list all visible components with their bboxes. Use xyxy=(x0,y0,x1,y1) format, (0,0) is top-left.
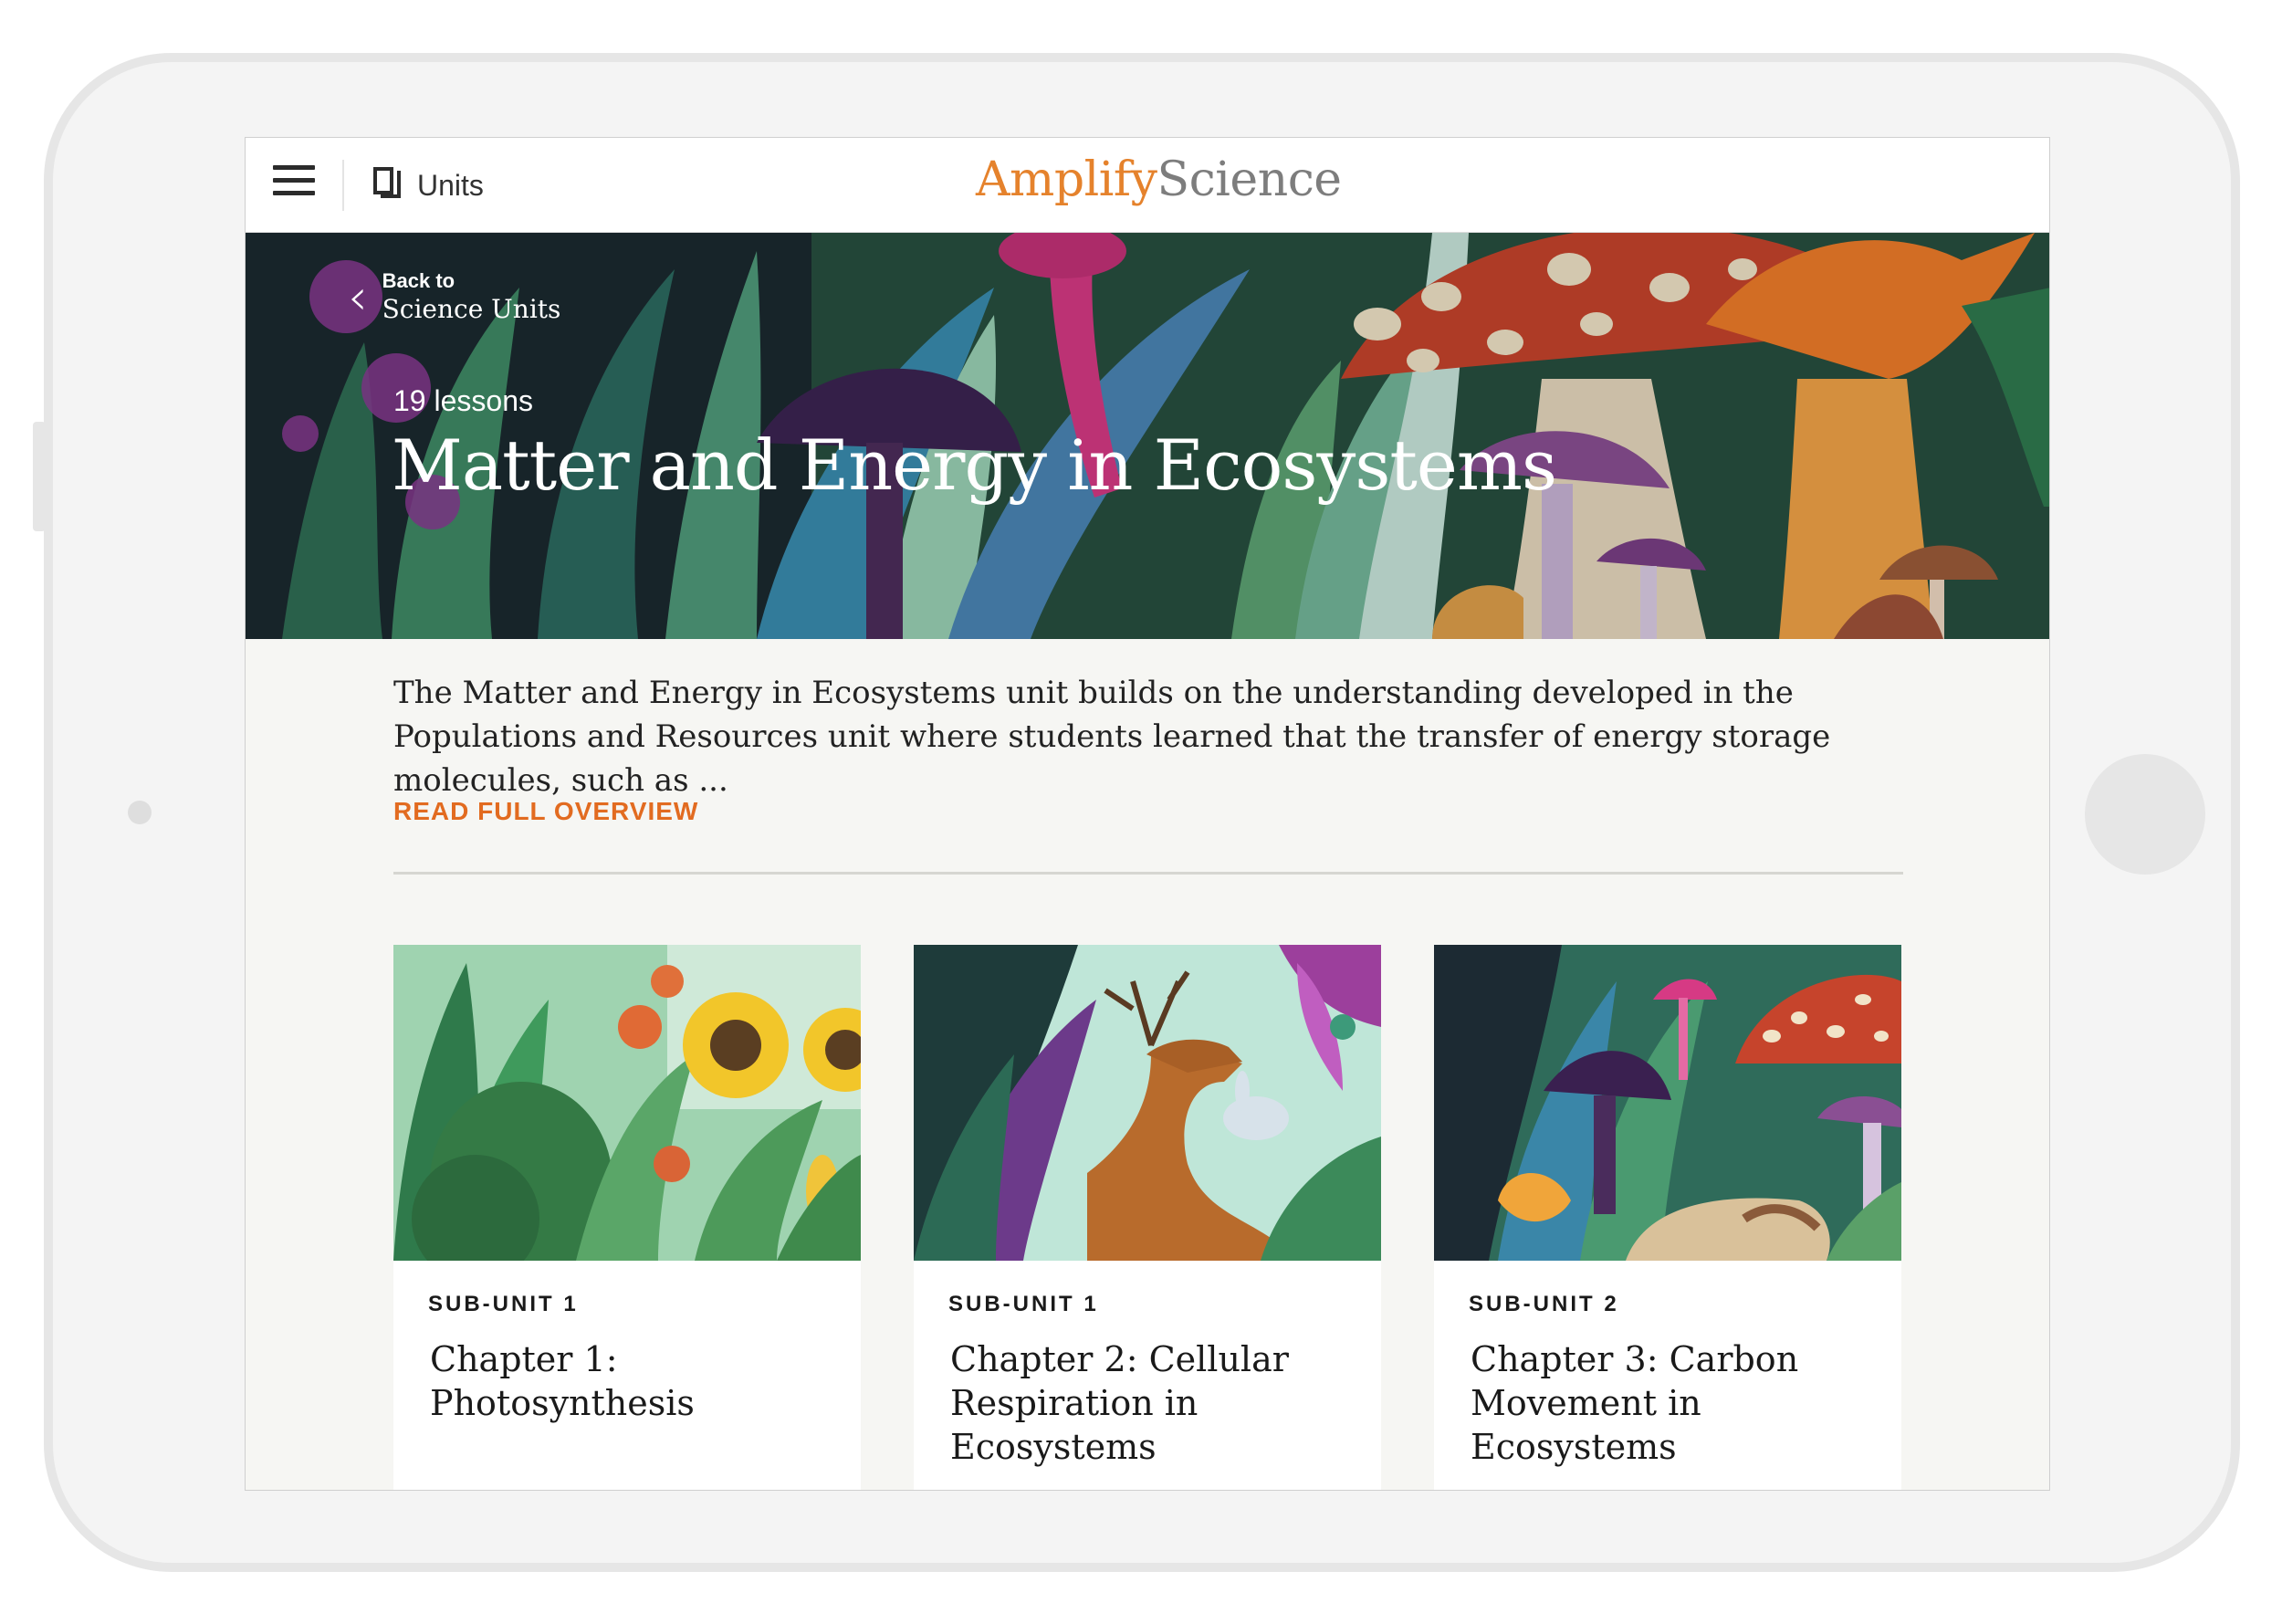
chapter-card-3[interactable]: SUB-UNIT 2 Chapter 3: Carbon Movement in… xyxy=(1434,945,1901,1490)
read-full-overview-link[interactable]: READ FULL OVERVIEW xyxy=(393,797,698,826)
back-to-science-units-link[interactable]: ‹ Back to Science Units xyxy=(348,269,560,326)
units-button[interactable]: Units xyxy=(372,165,484,205)
units-label: Units xyxy=(417,168,484,202)
photosynthesis-illustration xyxy=(393,945,861,1261)
divider xyxy=(342,160,344,211)
app-screen: Units AmplifyScience ‹ Back to Science U… xyxy=(245,137,2050,1491)
subunit-label: SUB-UNIT 1 xyxy=(428,1292,579,1316)
section-divider xyxy=(393,872,1903,875)
hamburger-menu-icon[interactable] xyxy=(273,165,315,202)
top-bar: Units AmplifyScience xyxy=(246,138,2049,233)
amplify-science-logo: AmplifyScience xyxy=(976,152,1342,207)
chevron-left-icon: ‹ xyxy=(348,268,368,326)
lesson-count: 19 lessons xyxy=(393,384,533,417)
chapter-title: Chapter 3: Carbon Movement in Ecosystems xyxy=(1471,1339,1799,1467)
chapter-title: Chapter 2: Cellular Respiration in Ecosy… xyxy=(950,1339,1289,1467)
units-stack-icon xyxy=(372,167,406,204)
subunit-label: SUB-UNIT 2 xyxy=(1469,1292,1619,1316)
carbon-movement-illustration xyxy=(1434,945,1901,1261)
unit-overview-text: The Matter and Energy in Ecosystems unit… xyxy=(393,675,1831,799)
cellular-respiration-illustration xyxy=(914,945,1381,1261)
tablet-side-button xyxy=(33,422,46,531)
back-link-label: Science Units xyxy=(382,294,561,324)
back-link-label-small: Back to xyxy=(382,269,455,292)
tablet-home-button xyxy=(2085,754,2205,875)
chapter-title: Chapter 1: Photosynthesis xyxy=(430,1339,695,1423)
chapter-card-2[interactable]: SUB-UNIT 1 Chapter 2: Cellular Respirati… xyxy=(914,945,1381,1490)
chapter-card-1[interactable]: SUB-UNIT 1 Chapter 1: Photosynthesis xyxy=(393,945,861,1490)
subunit-label: SUB-UNIT 1 xyxy=(948,1292,1099,1316)
unit-title: Matter and Energy in Ecosystems xyxy=(392,424,1557,506)
tablet-camera xyxy=(128,801,152,824)
unit-hero-banner: ‹ Back to Science Units 19 lessons Matte… xyxy=(246,233,2049,639)
